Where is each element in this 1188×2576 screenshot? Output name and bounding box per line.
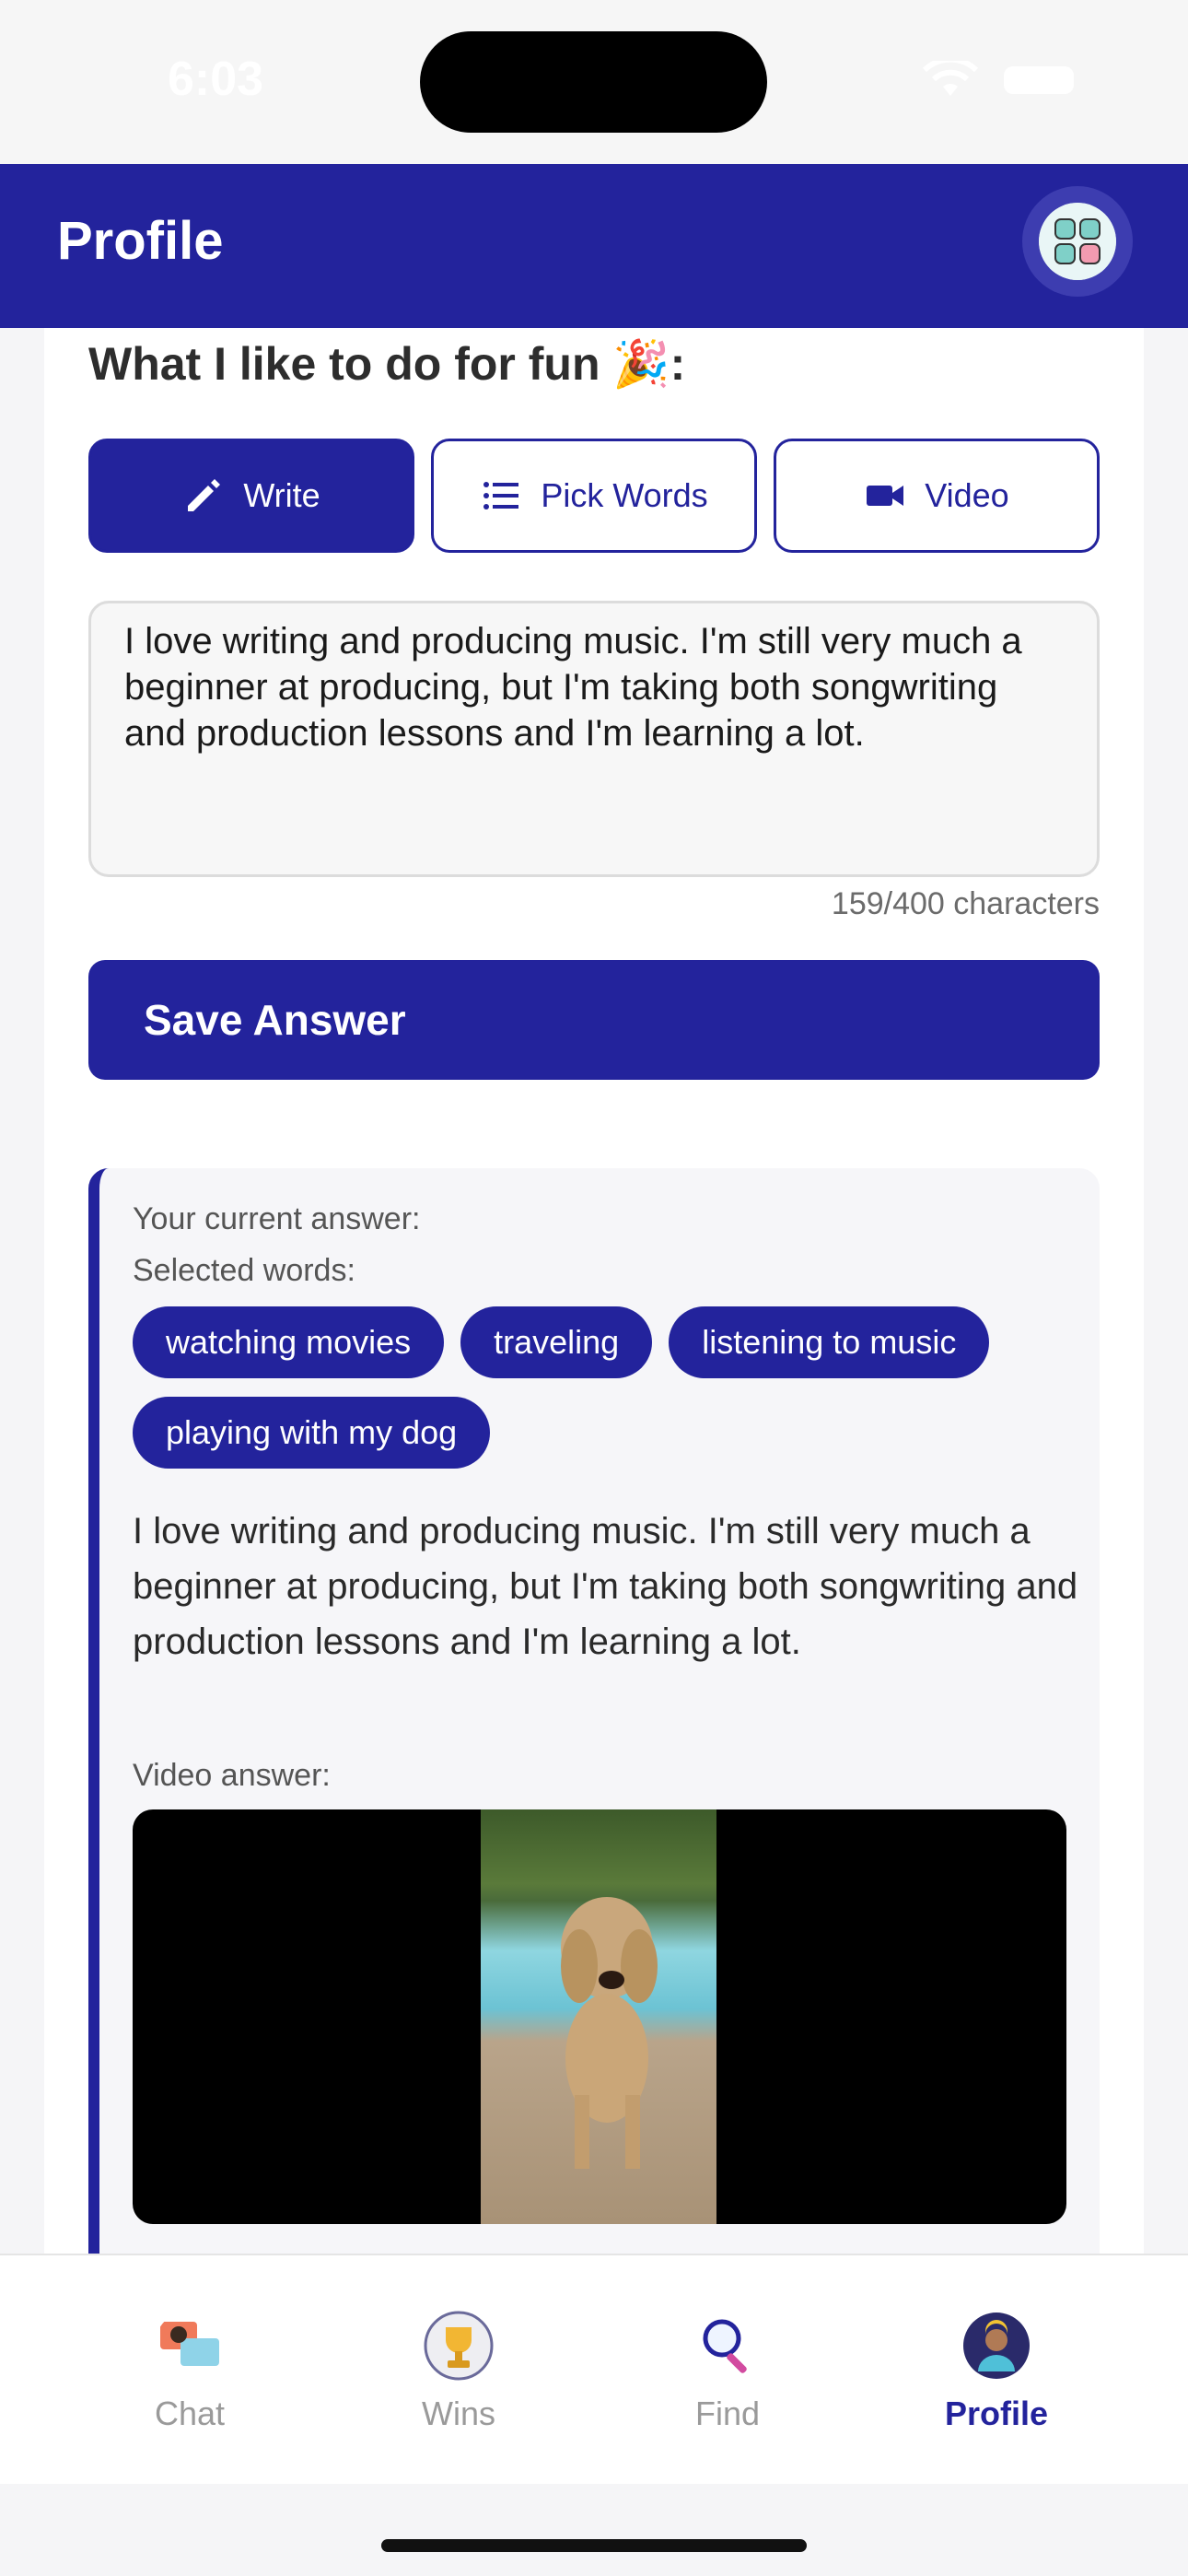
question-suffix: :	[670, 338, 686, 390]
current-answer-panel: Your current answer: Selected words: wat…	[88, 1168, 1100, 2254]
apps-grid-icon	[1039, 203, 1116, 280]
video-mode-label: Video	[925, 476, 1009, 514]
current-answer-text: I love writing and producing music. I'm …	[133, 1511, 1078, 1662]
video-answer-label: Video answer:	[133, 1758, 331, 1793]
chat-icon	[160, 2322, 219, 2366]
tab-chat-label: Chat	[154, 2395, 226, 2432]
word-chip: traveling	[460, 1306, 653, 1378]
battery-icon	[1004, 66, 1074, 94]
dynamic-island	[420, 31, 767, 133]
page-title: Profile	[57, 211, 224, 271]
word-chip: listening to music	[669, 1306, 990, 1378]
profile-settings-button[interactable]	[1022, 186, 1133, 297]
home-indicator	[381, 2539, 807, 2552]
avatar-icon	[963, 2313, 1030, 2379]
bottom-tab-bar: Chat Wins Find Profile	[0, 2254, 1188, 2484]
video-camera-icon	[867, 486, 904, 506]
tab-profile-label: Profile	[944, 2395, 1049, 2432]
tab-wins-label: Wins	[422, 2395, 495, 2432]
tab-profile[interactable]: Profile	[904, 2311, 1089, 2433]
bottom-safe-area	[0, 2484, 1188, 2576]
save-answer-button[interactable]: Save Answer	[88, 960, 1100, 1080]
trophy-icon	[424, 2311, 494, 2381]
status-time: 6:03	[168, 53, 264, 106]
wifi-icon	[922, 61, 979, 96]
video-answer-player[interactable]	[133, 1809, 1066, 2224]
question-label: What I like to do for fun 🎉:	[88, 337, 685, 392]
answer-text-input[interactable]: I love writing and producing music. I'm …	[88, 601, 1100, 877]
pick-words-mode-label: Pick Words	[541, 476, 708, 514]
tab-chat[interactable]: Chat	[98, 2311, 282, 2433]
tab-wins[interactable]: Wins	[367, 2311, 551, 2433]
status-bar: 6:03	[0, 0, 1188, 164]
video-thumbnail	[481, 1809, 716, 2224]
word-chip: watching movies	[133, 1306, 445, 1378]
selected-words-label: Selected words:	[133, 1253, 355, 1288]
selected-words-list: watching movies traveling listening to m…	[133, 1306, 1081, 1469]
word-chip: playing with my dog	[133, 1397, 491, 1469]
pencil-icon	[188, 479, 221, 511]
write-mode-label: Write	[243, 476, 320, 514]
question-text: What I like to do for fun	[88, 338, 600, 390]
list-icon	[483, 482, 519, 509]
write-mode-button[interactable]: Write	[88, 439, 414, 553]
question-card: What I like to do for fun 🎉: Write Pick …	[44, 328, 1144, 2254]
party-popper-icon: 🎉	[612, 338, 670, 390]
tab-find-label: Find	[694, 2395, 761, 2432]
video-mode-button[interactable]: Video	[774, 439, 1100, 553]
current-answer-label: Your current answer:	[133, 1201, 421, 1236]
magnifier-icon	[703, 2319, 747, 2373]
dog-image	[561, 1897, 658, 2169]
app-header: Profile	[0, 164, 1188, 328]
tab-find[interactable]: Find	[635, 2311, 820, 2433]
character-count: 159/400 characters	[831, 886, 1100, 921]
pick-words-mode-button[interactable]: Pick Words	[431, 439, 757, 553]
